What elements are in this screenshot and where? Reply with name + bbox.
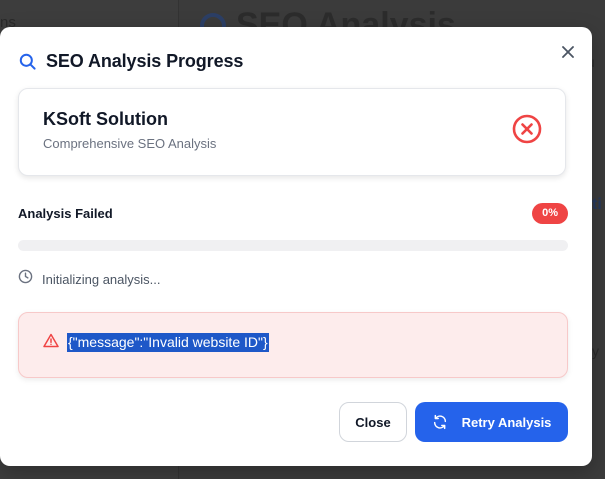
- search-icon: [18, 52, 37, 71]
- close-button[interactable]: Close: [339, 402, 407, 442]
- refresh-icon: [432, 414, 448, 430]
- status-row: Analysis Failed 0%: [18, 203, 568, 227]
- error-circle-icon: [511, 113, 543, 145]
- modal-close-button[interactable]: [559, 43, 577, 61]
- site-card: KSoft Solution Comprehensive SEO Analysi…: [18, 88, 566, 176]
- retry-label: Retry Analysis: [461, 414, 552, 430]
- site-name: KSoft Solution: [43, 109, 168, 129]
- error-message: {"message":"Invalid website ID"}: [67, 333, 269, 352]
- error-box: {"message":"Invalid website ID"}: [18, 312, 568, 378]
- close-icon: [562, 46, 574, 58]
- modal-header: SEO Analysis Progress: [18, 51, 243, 72]
- step-text: Initializing analysis...: [42, 271, 161, 287]
- current-step: Initializing analysis...: [18, 269, 161, 289]
- seo-progress-modal: SEO Analysis Progress KSoft Solution Com…: [0, 27, 592, 466]
- warning-icon: [43, 333, 59, 353]
- background-text: ti: [592, 196, 602, 213]
- modal-title: SEO Analysis Progress: [46, 51, 244, 71]
- background-text: y: [592, 343, 599, 359]
- percent-badge: 0%: [532, 203, 568, 224]
- clock-icon: [18, 269, 33, 289]
- site-subtitle: Comprehensive SEO Analysis: [43, 136, 217, 151]
- progress-bar: [18, 240, 568, 251]
- status-label: Analysis Failed: [18, 206, 113, 221]
- retry-analysis-button[interactable]: Retry Analysis: [415, 402, 568, 442]
